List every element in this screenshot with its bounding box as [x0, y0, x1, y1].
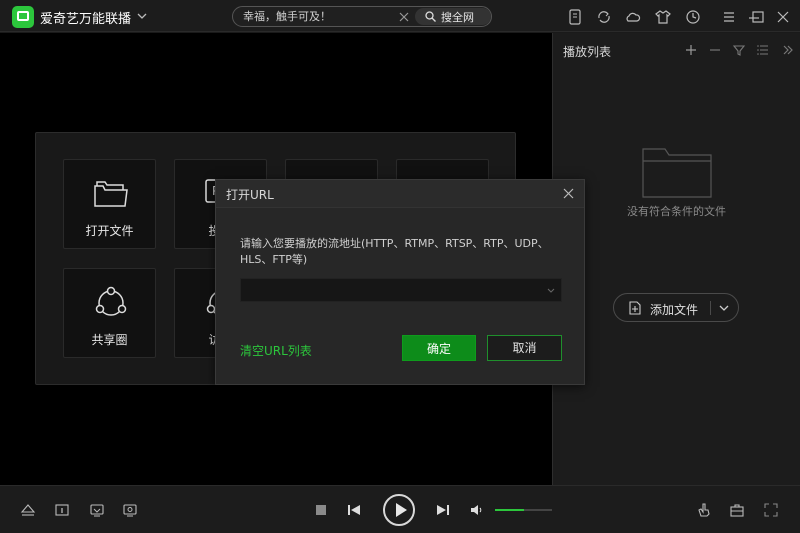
share-circle-tile[interactable]: 共享圈 [63, 268, 156, 358]
add-icon[interactable] [684, 43, 698, 57]
next-icon[interactable] [435, 502, 451, 518]
playlist-title: 播放列表 [563, 45, 612, 59]
hand-icon[interactable] [696, 502, 712, 518]
subtitle-icon[interactable] [54, 502, 70, 518]
tile-label: 打开文件 [85, 224, 134, 238]
dialog-header: 打开URL [216, 180, 584, 208]
sync-icon[interactable] [595, 8, 613, 26]
clear-url-list-link[interactable]: 清空URL列表 [240, 342, 312, 359]
add-file-icon [629, 301, 641, 315]
chevron-down-icon[interactable] [135, 9, 149, 23]
clear-icon[interactable] [397, 10, 411, 24]
share-circle-icon [95, 286, 127, 316]
remove-icon[interactable] [708, 43, 722, 57]
dialog-prompt: 请输入您要播放的流地址(HTTP、RTMP、RTSP、RTP、UDP、HLS、F… [240, 237, 549, 266]
playlist-panel: 播放列表 没有符合条件的文件 添加文件 [553, 33, 800, 485]
add-file-label: 添加文件 [650, 303, 699, 317]
volume-icon[interactable] [469, 502, 485, 518]
phone-icon[interactable] [566, 8, 584, 26]
open-file-tile[interactable]: 打开文件 [63, 159, 156, 249]
play-icon [396, 503, 407, 517]
list-mode-icon[interactable] [756, 43, 770, 57]
dialog-title: 打开URL [226, 188, 274, 202]
empty-text: 没有符合条件的文件 [627, 205, 726, 218]
fullscreen-icon[interactable] [763, 502, 779, 518]
cloud-icon[interactable] [624, 8, 642, 26]
divider [710, 301, 711, 315]
app-logo-icon [12, 6, 34, 28]
collapse-icon[interactable] [780, 43, 794, 57]
eject-icon[interactable] [20, 502, 36, 518]
play-button[interactable] [383, 494, 415, 526]
title-bar: 爱奇艺万能联播 搜全网 [0, 0, 800, 32]
folder-icon [94, 181, 128, 207]
volume-slider[interactable] [495, 509, 552, 511]
app-title[interactable]: 爱奇艺万能联播 [40, 8, 131, 27]
maximize-icon[interactable] [749, 8, 767, 26]
control-bar [0, 485, 800, 533]
empty-folder-icon [642, 148, 712, 198]
chevron-down-icon[interactable] [546, 286, 556, 296]
menu-icon[interactable] [720, 8, 738, 26]
previous-icon[interactable] [346, 502, 362, 518]
skin-icon[interactable] [654, 8, 672, 26]
search-button[interactable]: 搜全网 [415, 8, 491, 25]
url-input[interactable] [240, 278, 562, 302]
screen-record-icon[interactable] [122, 502, 138, 518]
history-icon[interactable] [684, 8, 702, 26]
tile-label: 共享圈 [91, 333, 128, 347]
tv-icon[interactable] [89, 502, 105, 518]
search-bar: 搜全网 [232, 6, 492, 27]
filter-icon[interactable] [732, 43, 746, 57]
open-url-dialog: 打开URL 请输入您要播放的流地址(HTTP、RTMP、RTSP、RTP、UDP… [215, 179, 585, 385]
search-icon [425, 11, 436, 22]
search-button-label: 搜全网 [441, 11, 474, 24]
stop-icon[interactable] [313, 502, 329, 518]
volume-level [495, 509, 524, 511]
toolbox-icon[interactable] [729, 502, 745, 518]
ok-button[interactable]: 确定 [402, 335, 476, 361]
close-icon[interactable] [562, 187, 575, 200]
cancel-button[interactable]: 取消 [487, 335, 562, 361]
close-window-icon[interactable] [774, 8, 792, 26]
add-file-button[interactable]: 添加文件 [613, 293, 739, 322]
search-input[interactable] [243, 9, 393, 22]
chevron-down-icon[interactable] [718, 302, 730, 314]
